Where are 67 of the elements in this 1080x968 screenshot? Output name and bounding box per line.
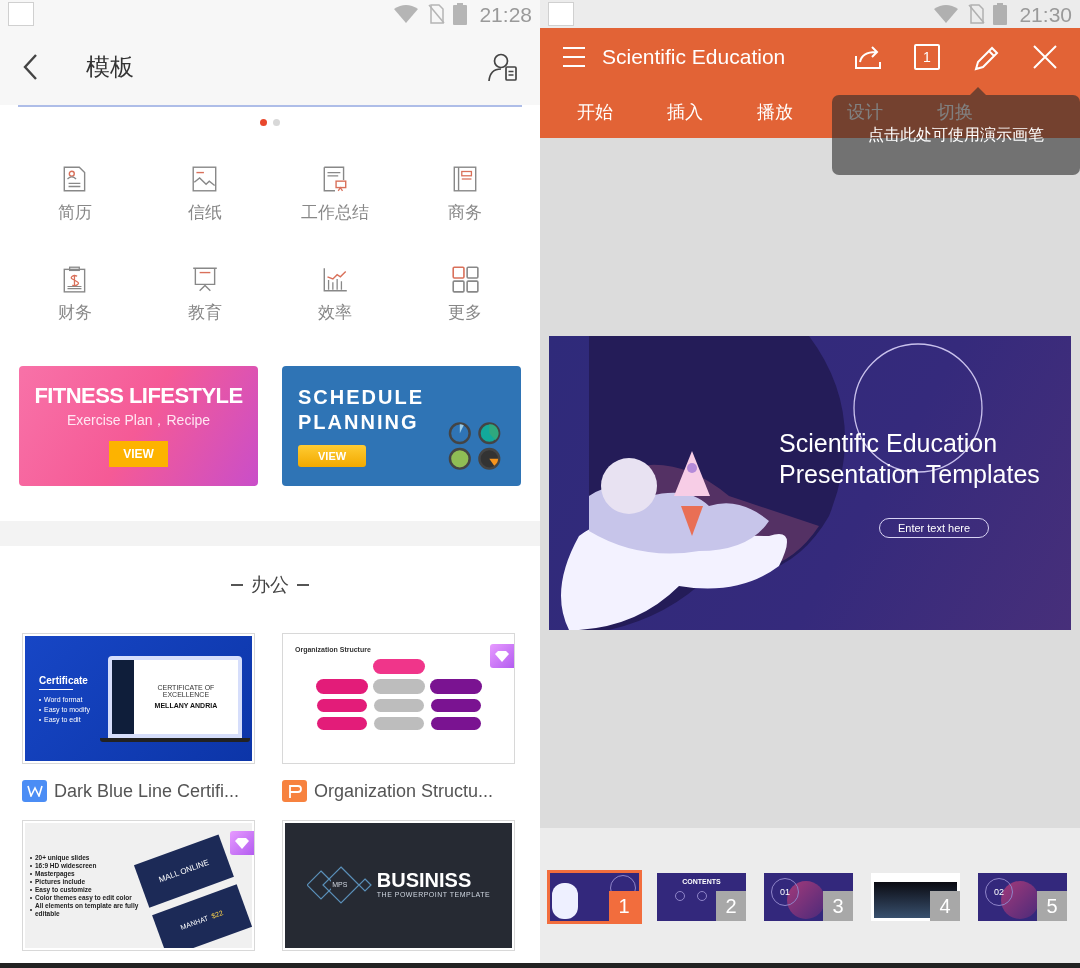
wifi-icon bbox=[933, 4, 960, 24]
presentation-app-icon bbox=[282, 780, 307, 802]
banner-title: FITNESS LIFESTYLE bbox=[34, 385, 243, 407]
slide-number: 3 bbox=[823, 891, 853, 921]
name-pill bbox=[373, 717, 424, 730]
close-icon[interactable] bbox=[1032, 44, 1058, 70]
name-pill bbox=[430, 717, 481, 730]
writer-app-icon bbox=[22, 780, 47, 802]
section-number: 02 bbox=[994, 887, 1004, 897]
template-name[interactable]: Dark Blue Line Certifi... bbox=[54, 777, 240, 805]
thumbnail-heading: Certificate bbox=[39, 674, 89, 688]
ribbon-tab[interactable]: 切换 bbox=[937, 98, 973, 126]
battery-icon bbox=[993, 3, 1008, 25]
name-pill bbox=[430, 699, 481, 712]
notification-icon bbox=[548, 2, 574, 26]
banner-title: SCHEDULE PLANNING bbox=[298, 384, 425, 435]
thumbnail-heading: BUSINISS bbox=[376, 870, 472, 891]
category-item[interactable]: 更多 bbox=[400, 264, 530, 321]
ribbon-tab[interactable]: 插入 bbox=[667, 98, 703, 126]
slide-thumbnail[interactable]: 01 3 bbox=[761, 870, 856, 924]
wifi-icon bbox=[393, 4, 420, 24]
slide-thumbnail[interactable]: 02 5 bbox=[975, 870, 1070, 924]
no-sim-icon bbox=[967, 4, 986, 24]
category-item[interactable]: 工作总结 bbox=[270, 164, 400, 221]
name-pill bbox=[315, 679, 368, 694]
ribbon-tab[interactable]: 开始 bbox=[577, 98, 613, 126]
slide-number: 5 bbox=[1037, 891, 1067, 921]
back-icon[interactable] bbox=[22, 52, 38, 81]
template-name[interactable]: Organization Structu... bbox=[314, 777, 494, 805]
user-document-icon[interactable] bbox=[488, 51, 518, 82]
tooltip-pointer bbox=[970, 87, 986, 95]
name-pill bbox=[373, 699, 424, 712]
slide-number: 4 bbox=[930, 891, 960, 921]
category-item[interactable]: 教育 bbox=[140, 264, 270, 321]
name-pill bbox=[316, 699, 367, 712]
slide-thumbnail[interactable]: 4 bbox=[868, 870, 963, 924]
schedule-banner[interactable]: SCHEDULE PLANNING VIEW bbox=[282, 366, 521, 486]
slide-number: 1 bbox=[609, 891, 639, 921]
slide-number: 2 bbox=[716, 891, 746, 921]
ribbon-tab[interactable]: 设计 bbox=[847, 98, 883, 126]
category-item[interactable]: 商务 bbox=[400, 164, 530, 221]
document-title: Scientific Education bbox=[602, 44, 786, 71]
diamond-icon bbox=[235, 837, 249, 849]
status-time: 21:28 bbox=[479, 3, 532, 25]
page-button[interactable]: 1 bbox=[914, 44, 940, 70]
ribbon-tab[interactable]: 播放 bbox=[757, 98, 793, 126]
name-pill bbox=[316, 717, 367, 730]
no-sim-icon bbox=[427, 4, 446, 24]
share-icon[interactable] bbox=[854, 44, 882, 70]
status-time: 21:30 bbox=[1019, 3, 1072, 25]
page-title: 模板 bbox=[86, 51, 134, 82]
fitness-banner[interactable]: FITNESS LIFESTYLE Exercise Plan，Recipe VIEW bbox=[19, 366, 258, 486]
diamond-icon bbox=[495, 650, 509, 662]
name-pill bbox=[429, 679, 482, 694]
name-pill bbox=[372, 679, 425, 694]
grid-icon bbox=[450, 264, 480, 294]
category-item[interactable]: 简历 bbox=[10, 164, 140, 221]
category-item[interactable]: 效率 bbox=[270, 264, 400, 321]
name-pill bbox=[372, 659, 425, 674]
slide-thumbnail[interactable]: 1 bbox=[547, 870, 642, 924]
section-number: 01 bbox=[780, 887, 790, 897]
section-title: 办公 bbox=[251, 572, 289, 597]
banner-subtitle: Exercise Plan，Recipe bbox=[66, 413, 211, 427]
category-item[interactable]: 财务 bbox=[10, 264, 140, 321]
menu-icon[interactable] bbox=[562, 46, 586, 68]
category-item[interactable]: 信纸 bbox=[140, 164, 270, 221]
battery-icon bbox=[453, 3, 468, 25]
